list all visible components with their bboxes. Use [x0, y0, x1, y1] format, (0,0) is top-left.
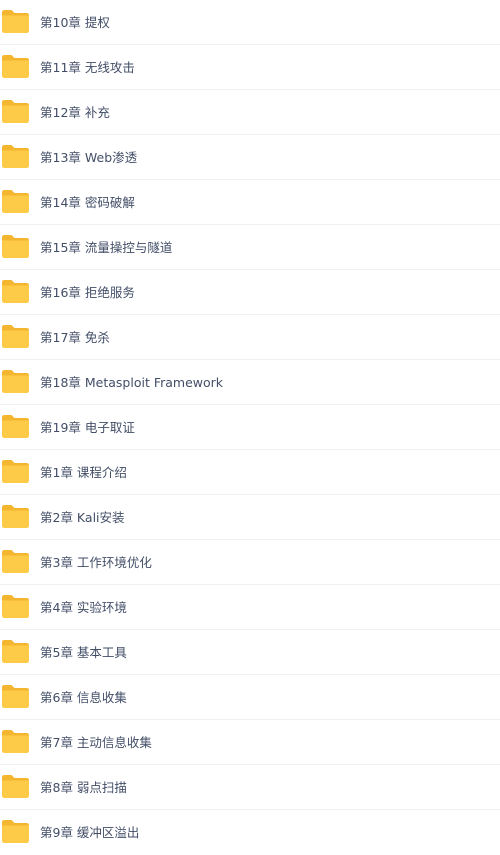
folder-item[interactable]: 第7章 主动信息收集	[0, 720, 500, 765]
folder-item[interactable]: 第1章 课程介绍	[0, 450, 500, 495]
folder-name[interactable]: 第2章 Kali安装	[40, 495, 125, 540]
folder-item[interactable]: 第5章 基本工具	[0, 630, 500, 675]
folder-name[interactable]: 第4章 实验环境	[40, 585, 127, 630]
folder-name[interactable]: 第14章 密码破解	[40, 180, 135, 225]
folder-name[interactable]: 第10章 提权	[40, 0, 110, 45]
folder-icon	[2, 775, 29, 798]
folder-icon	[2, 10, 29, 33]
folder-icon	[2, 280, 29, 303]
folder-icon	[2, 325, 29, 348]
folder-icon	[2, 235, 29, 258]
folder-item[interactable]: 第17章 免杀	[0, 315, 500, 360]
folder-icon	[2, 190, 29, 213]
folder-icon	[2, 55, 29, 78]
folder-item[interactable]: 第9章 缓冲区溢出	[0, 810, 500, 855]
folder-icon	[2, 685, 29, 708]
folder-name[interactable]: 第3章 工作环境优化	[40, 540, 152, 585]
folder-name[interactable]: 第13章 Web渗透	[40, 135, 137, 180]
folder-icon	[2, 550, 29, 573]
folder-icon	[2, 100, 29, 123]
folder-item[interactable]: 第18章 Metasploit Framework	[0, 360, 500, 405]
folder-icon	[2, 730, 29, 753]
folder-icon	[2, 370, 29, 393]
folder-item[interactable]: 第12章 补充	[0, 90, 500, 135]
folder-item[interactable]: 第14章 密码破解	[0, 180, 500, 225]
folder-name[interactable]: 第7章 主动信息收集	[40, 720, 152, 765]
folder-icon	[2, 595, 29, 618]
folder-name[interactable]: 第15章 流量操控与隧道	[40, 225, 172, 270]
folder-item[interactable]: 第8章 弱点扫描	[0, 765, 500, 810]
folder-name[interactable]: 第19章 电子取证	[40, 405, 135, 450]
folder-item[interactable]: 第3章 工作环境优化	[0, 540, 500, 585]
folder-name[interactable]: 第6章 信息收集	[40, 675, 127, 720]
folder-name[interactable]: 第9章 缓冲区溢出	[40, 810, 139, 855]
folder-icon	[2, 415, 29, 438]
folder-name[interactable]: 第18章 Metasploit Framework	[40, 360, 223, 405]
folder-item[interactable]: 第16章 拒绝服务	[0, 270, 500, 315]
folder-item[interactable]: 第19章 电子取证	[0, 405, 500, 450]
folder-item[interactable]: 第10章 提权	[0, 0, 500, 45]
folder-icon	[2, 505, 29, 528]
folder-item[interactable]: 第13章 Web渗透	[0, 135, 500, 180]
folder-name[interactable]: 第16章 拒绝服务	[40, 270, 135, 315]
folder-icon	[2, 640, 29, 663]
folder-icon	[2, 145, 29, 168]
folder-name[interactable]: 第1章 课程介绍	[40, 450, 127, 495]
folder-item[interactable]: 第15章 流量操控与隧道	[0, 225, 500, 270]
folder-name[interactable]: 第5章 基本工具	[40, 630, 127, 675]
folder-name[interactable]: 第8章 弱点扫描	[40, 765, 127, 810]
folder-item[interactable]: 第6章 信息收集	[0, 675, 500, 720]
folder-name[interactable]: 第12章 补充	[40, 90, 110, 135]
folder-name[interactable]: 第17章 免杀	[40, 315, 110, 360]
folder-icon	[2, 820, 29, 843]
folder-item[interactable]: 第4章 实验环境	[0, 585, 500, 630]
folder-list: 第10章 提权 第11章 无线攻击 第12章 补充 第13章 Web渗透 第14…	[0, 0, 500, 855]
folder-item[interactable]: 第11章 无线攻击	[0, 45, 500, 90]
folder-item[interactable]: 第2章 Kali安装	[0, 495, 500, 540]
folder-icon	[2, 460, 29, 483]
folder-name[interactable]: 第11章 无线攻击	[40, 45, 135, 90]
